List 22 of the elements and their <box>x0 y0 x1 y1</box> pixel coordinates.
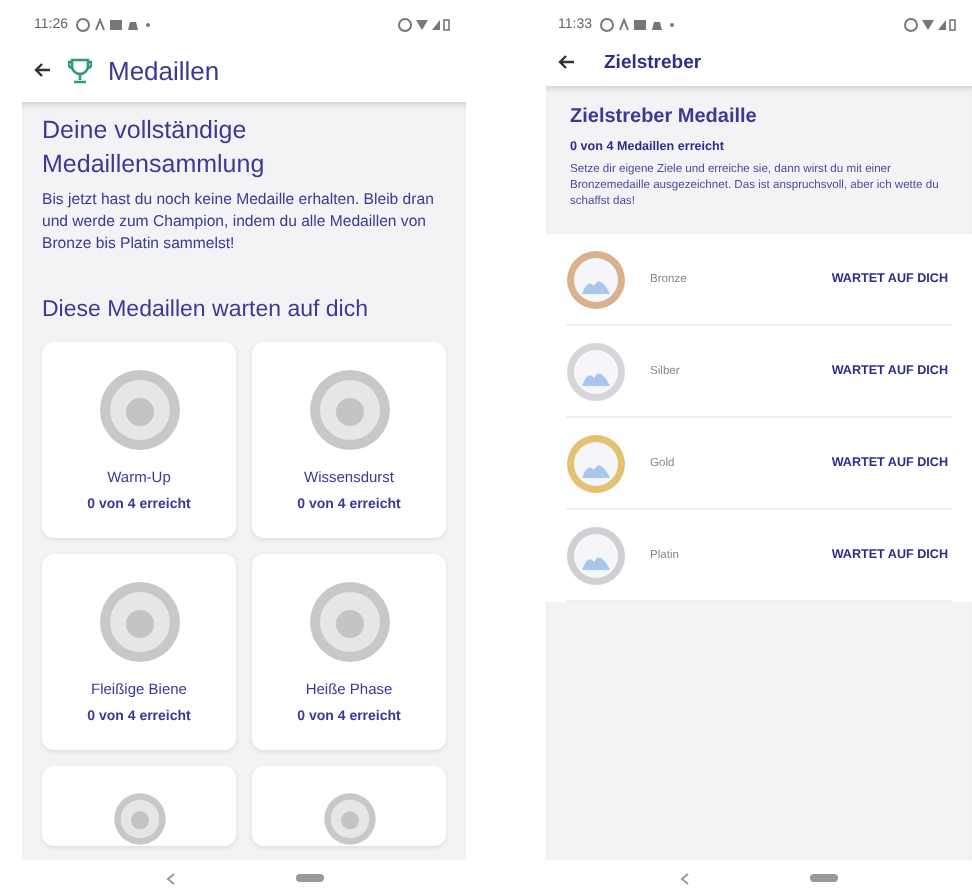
medal-icon <box>307 368 391 452</box>
medal-icon <box>307 580 391 664</box>
medal-card[interactable] <box>42 766 236 846</box>
medal-icon <box>97 368 181 452</box>
notification-icons <box>600 17 680 31</box>
back-arrow-icon[interactable] <box>558 54 576 70</box>
system-status-icons <box>398 17 450 31</box>
section-title: Diese Medaillen warten auf dich <box>42 298 371 322</box>
home-pill[interactable] <box>295 874 323 882</box>
system-status-icons <box>904 17 956 31</box>
medal-icon <box>97 580 181 664</box>
home-pill[interactable] <box>810 874 838 882</box>
medal-title: Zielstreber Medaille <box>570 106 759 128</box>
notification-icons <box>76 17 156 31</box>
back-nav-icon[interactable] <box>165 871 175 885</box>
medal-card[interactable] <box>252 766 446 846</box>
back-nav-icon[interactable] <box>680 871 690 885</box>
screen-title: Zielstreber <box>604 51 702 73</box>
trophy-icon <box>68 57 92 83</box>
back-arrow-icon[interactable] <box>34 62 52 78</box>
screen-title: Medaillen <box>108 55 220 85</box>
collection-title: Deine vollständige Medaillensammlung <box>42 114 267 182</box>
